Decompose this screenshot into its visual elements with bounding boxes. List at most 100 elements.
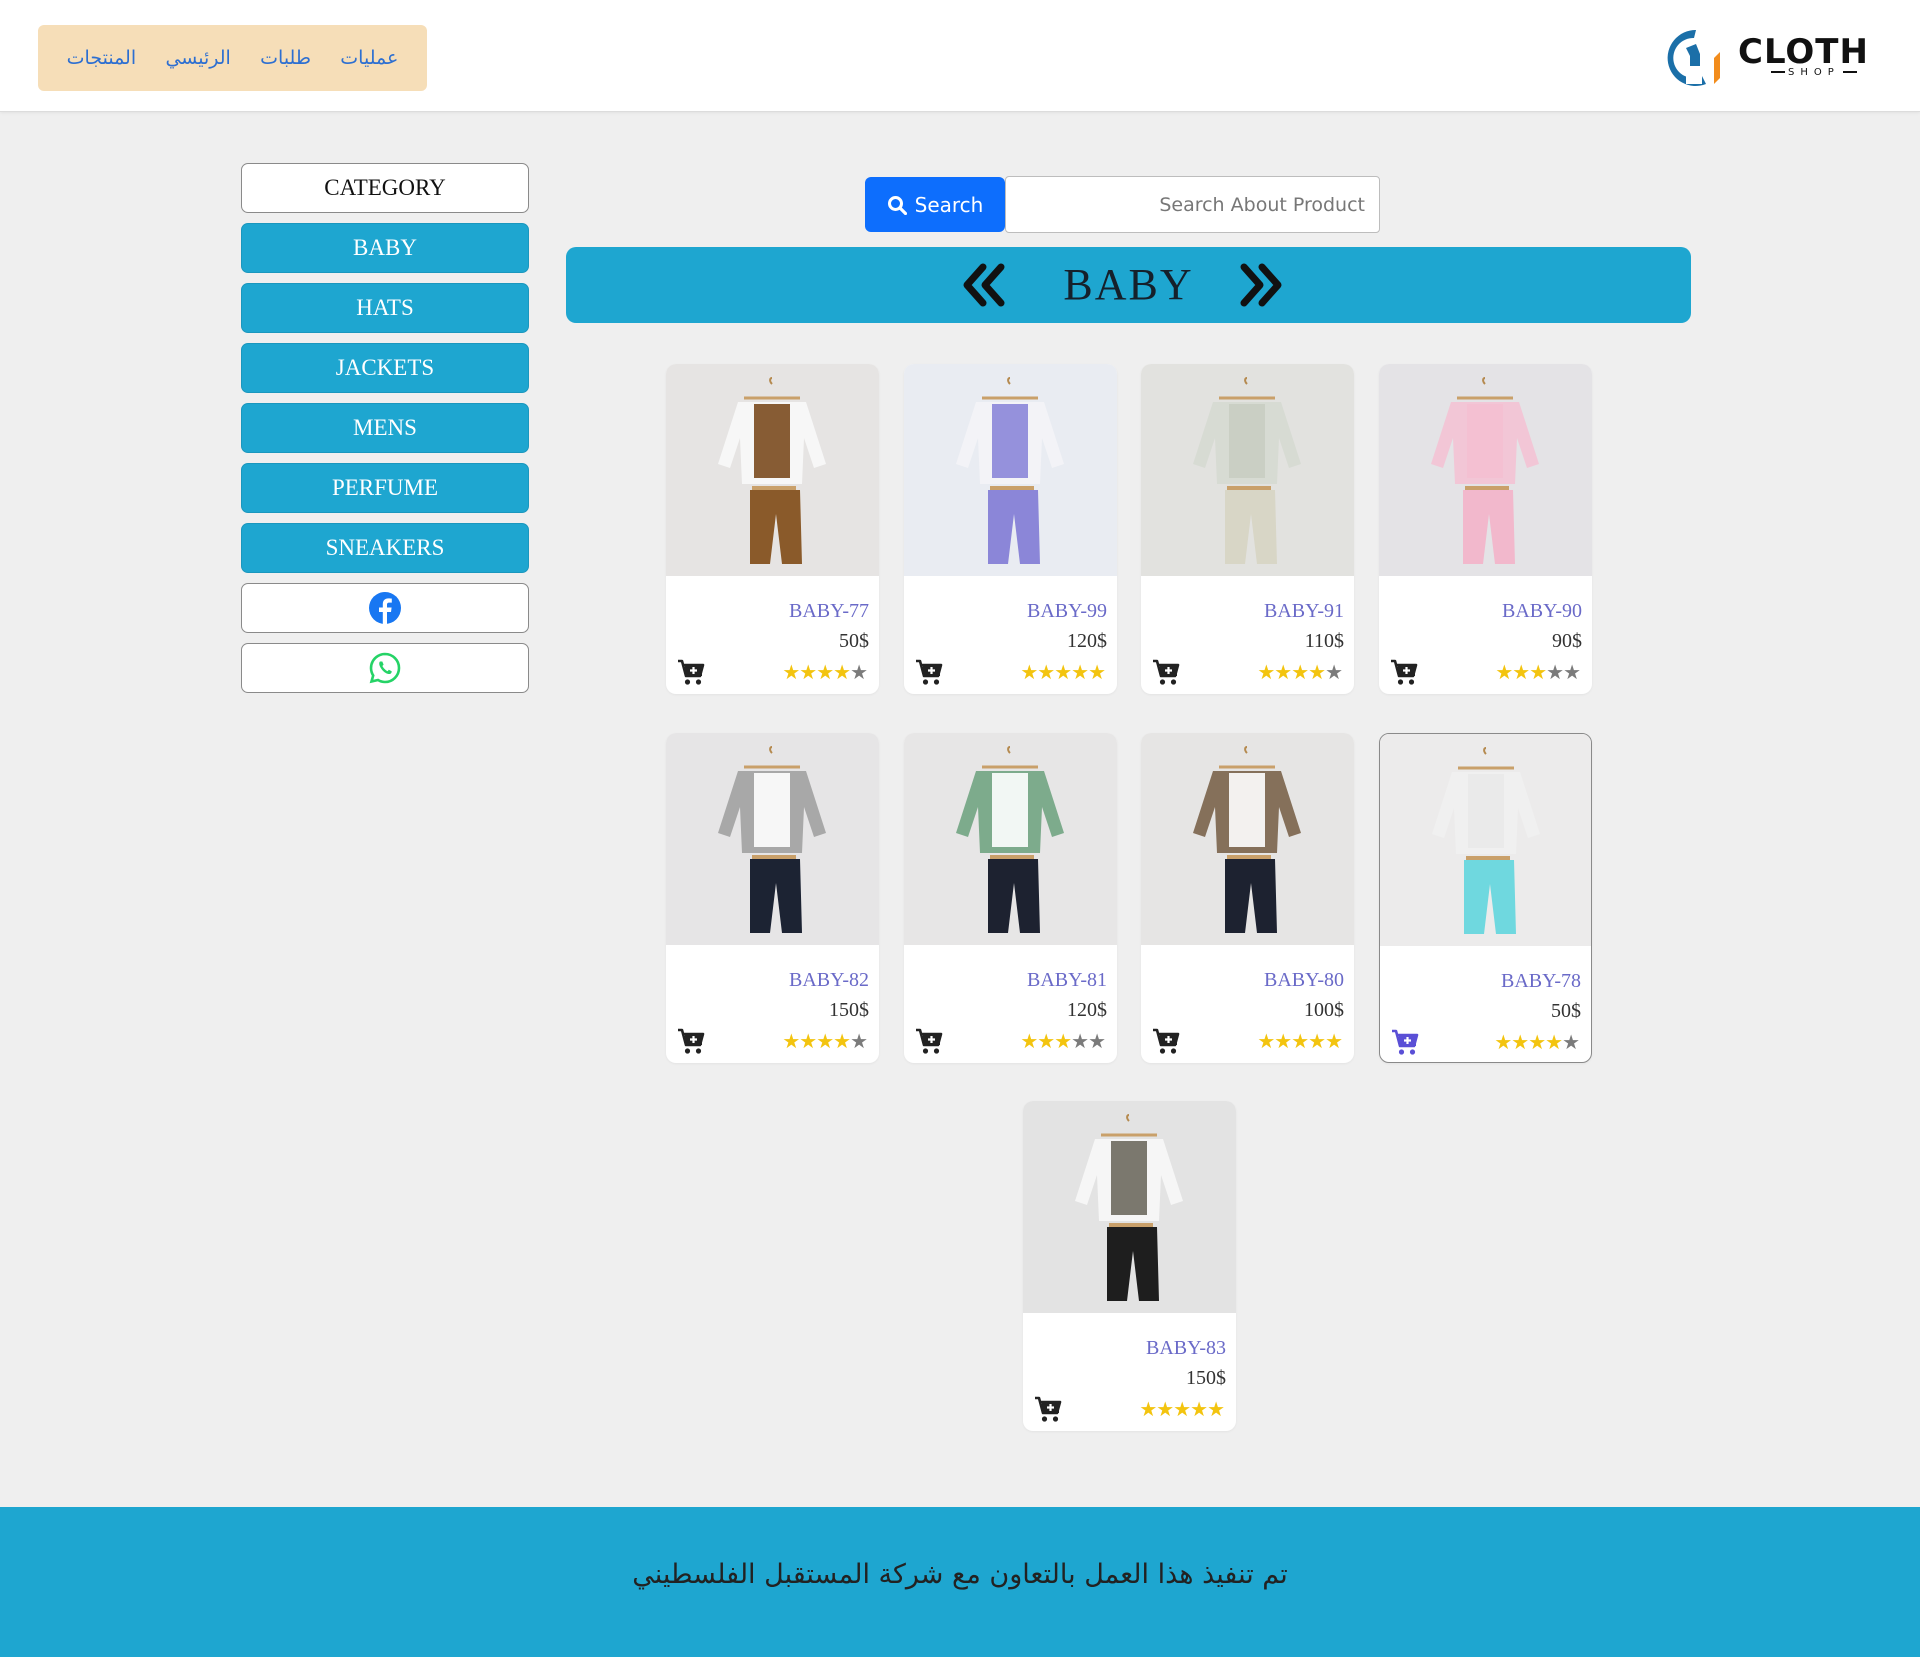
footer-text: تم تنفيذ هذا العمل بالتعاون مع شركة المس…: [632, 1559, 1288, 1590]
product-name[interactable]: BABY-81: [1027, 969, 1107, 992]
product-card[interactable]: BABY-80 100$ ★★★★★: [1141, 733, 1354, 1063]
product-rating: ★★★★★: [1257, 660, 1343, 684]
product-image[interactable]: [666, 364, 879, 576]
category-mens[interactable]: MENS: [241, 403, 529, 453]
product-card[interactable]: BABY-82 150$ ★★★★★: [666, 733, 879, 1063]
product-card[interactable]: BABY-90 90$ ★★★★★: [1379, 364, 1592, 694]
star-icon: ★: [1054, 1029, 1072, 1053]
star-icon: ★: [833, 1029, 851, 1053]
product-image[interactable]: [1380, 734, 1592, 946]
star-icon: ★: [1071, 1029, 1089, 1053]
logo-text: CLOTH: [1738, 32, 1869, 72]
product-name[interactable]: BABY-78: [1501, 970, 1581, 993]
product-card[interactable]: BABY-99 120$ ★★★★★: [904, 364, 1117, 694]
product-name[interactable]: BABY-83: [1146, 1337, 1226, 1360]
product-card[interactable]: BABY-78 50$ ★★★★★: [1379, 733, 1592, 1063]
product-rating: ★★★★★: [1257, 1029, 1343, 1053]
add-to-cart-icon[interactable]: [1033, 1395, 1063, 1423]
chevron-double-right-icon[interactable]: [1236, 261, 1286, 309]
top-header: عمليات طلبات الرئيسي المنتجات CLOTH SHOP: [0, 0, 1920, 112]
category-perfume[interactable]: PERFUME: [241, 463, 529, 513]
product-name[interactable]: BABY-77: [789, 600, 869, 623]
product-name[interactable]: BABY-91: [1264, 600, 1344, 623]
product-image[interactable]: [1379, 364, 1592, 576]
star-icon: ★: [1037, 660, 1055, 684]
add-to-cart-icon[interactable]: [676, 658, 706, 686]
add-to-cart-icon[interactable]: [676, 1027, 706, 1055]
product-image[interactable]: [904, 733, 1117, 945]
star-icon: ★: [1291, 660, 1309, 684]
nav-link-operations[interactable]: عمليات: [340, 47, 398, 69]
star-icon: ★: [1528, 1030, 1546, 1054]
star-icon: ★: [1545, 1030, 1563, 1054]
product-card[interactable]: BABY-91 110$ ★★★★★: [1141, 364, 1354, 694]
search-icon: [887, 195, 907, 215]
whatsapp-button[interactable]: [241, 643, 529, 693]
category-baby[interactable]: BABY: [241, 223, 529, 273]
product-card[interactable]: BABY-83 150$ ★★★★★: [1023, 1101, 1236, 1431]
star-icon: ★: [1308, 660, 1326, 684]
star-icon: ★: [1546, 660, 1564, 684]
star-icon: ★: [1274, 1029, 1292, 1053]
star-icon: ★: [816, 1029, 834, 1053]
product-price: 150$: [829, 999, 869, 1021]
product-image[interactable]: [1141, 733, 1354, 945]
product-image[interactable]: [1141, 364, 1354, 576]
product-price: 120$: [1067, 630, 1107, 652]
add-to-cart-icon[interactable]: [914, 658, 944, 686]
add-to-cart-icon[interactable]: [1151, 1027, 1181, 1055]
main-nav: عمليات طلبات الرئيسي المنتجات: [38, 25, 427, 91]
product-name[interactable]: BABY-82: [789, 969, 869, 992]
add-to-cart-icon[interactable]: [1390, 1028, 1420, 1056]
star-icon: ★: [1274, 660, 1292, 684]
product-price: 100$: [1304, 999, 1344, 1021]
footer: تم تنفيذ هذا العمل بالتعاون مع شركة المس…: [0, 1507, 1920, 1657]
nav-link-orders[interactable]: طلبات: [260, 47, 311, 69]
product-price: 50$: [839, 630, 869, 652]
product-card[interactable]: BABY-77 50$ ★★★★★: [666, 364, 879, 694]
star-icon: ★: [1562, 1030, 1580, 1054]
category-header: CATEGORY: [241, 163, 529, 213]
product-name[interactable]: BABY-99: [1027, 600, 1107, 623]
product-card[interactable]: BABY-81 120$ ★★★★★: [904, 733, 1117, 1063]
add-to-cart-icon[interactable]: [1151, 658, 1181, 686]
add-to-cart-icon[interactable]: [914, 1027, 944, 1055]
product-image[interactable]: [904, 364, 1117, 576]
product-rating: ★★★★★: [1495, 660, 1581, 684]
star-icon: ★: [850, 660, 868, 684]
nav-link-home[interactable]: الرئيسي: [165, 47, 230, 69]
add-to-cart-icon[interactable]: [1389, 658, 1419, 686]
star-icon: ★: [850, 1029, 868, 1053]
star-icon: ★: [1054, 660, 1072, 684]
star-icon: ★: [1156, 1397, 1174, 1421]
product-name[interactable]: BABY-80: [1264, 969, 1344, 992]
product-rating: ★★★★★: [782, 1029, 868, 1053]
star-icon: ★: [1512, 660, 1530, 684]
category-banner: BABY: [566, 247, 1691, 323]
star-icon: ★: [1291, 1029, 1309, 1053]
star-icon: ★: [1495, 660, 1513, 684]
search-button[interactable]: Search: [865, 177, 1005, 232]
star-icon: ★: [1257, 1029, 1275, 1053]
product-image[interactable]: [666, 733, 879, 945]
star-icon: ★: [782, 660, 800, 684]
star-icon: ★: [1071, 660, 1089, 684]
product-image[interactable]: [1023, 1101, 1236, 1313]
facebook-button[interactable]: [241, 583, 529, 633]
star-icon: ★: [1308, 1029, 1326, 1053]
star-icon: ★: [1207, 1397, 1225, 1421]
search-input[interactable]: [1005, 176, 1380, 233]
category-hats[interactable]: HATS: [241, 283, 529, 333]
whatsapp-icon: [369, 652, 401, 684]
star-icon: ★: [1173, 1397, 1191, 1421]
star-icon: ★: [1325, 1029, 1343, 1053]
product-name[interactable]: BABY-90: [1502, 600, 1582, 623]
star-icon: ★: [1257, 660, 1275, 684]
product-price: 110$: [1304, 630, 1344, 652]
category-jackets[interactable]: JACKETS: [241, 343, 529, 393]
star-icon: ★: [1139, 1397, 1157, 1421]
product-rating: ★★★★★: [1139, 1397, 1225, 1421]
nav-link-products[interactable]: المنتجات: [67, 47, 136, 69]
category-sneakers[interactable]: SNEAKERS: [241, 523, 529, 573]
product-rating: ★★★★★: [1020, 1029, 1106, 1053]
